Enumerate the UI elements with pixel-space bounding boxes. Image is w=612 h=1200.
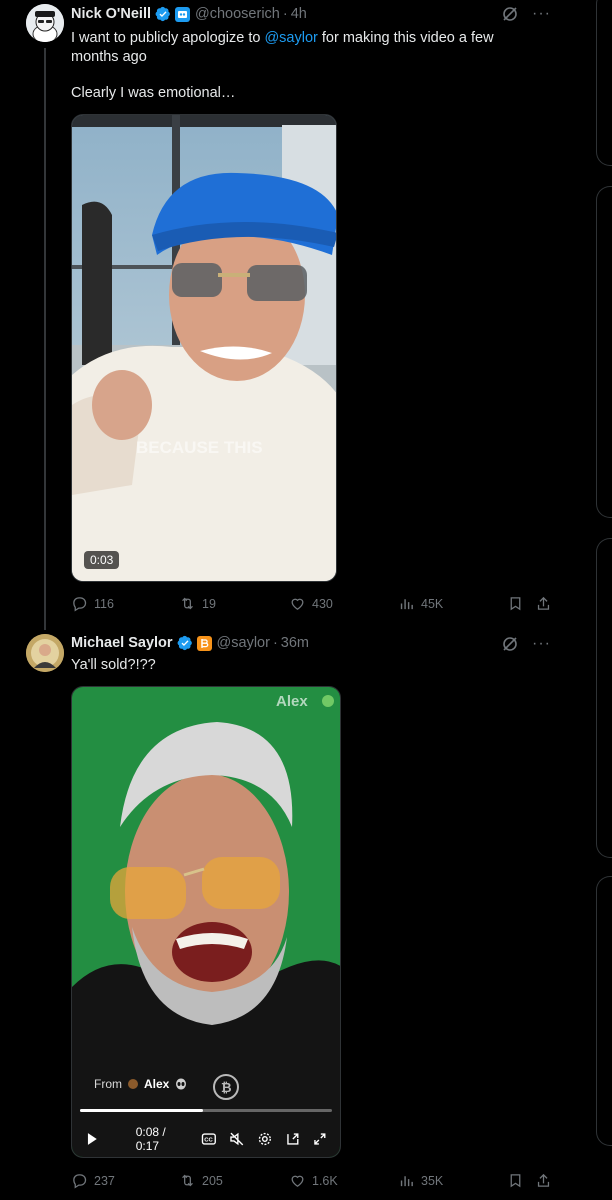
more-options-icon[interactable]: ···	[532, 636, 551, 652]
author-name[interactable]: Nick O'Neill	[71, 6, 151, 22]
more-options-icon[interactable]: ···	[532, 6, 551, 22]
share-icon	[537, 596, 550, 610]
video-duration-badge: 0:03	[84, 551, 120, 569]
video-controls: 0:08 / 0:17 CC	[84, 1125, 328, 1153]
tweet-saylor[interactable]: Michael Saylor @saylor · 36m ··· Ya'll s…	[0, 630, 596, 1200]
heart-icon	[291, 598, 304, 610]
reply-count: 237	[94, 1173, 115, 1188]
tweet-actions: 116 19 430 45K	[71, 595, 553, 615]
from-label: From	[94, 1077, 122, 1091]
tweet-actions: 237 205 1.6K 35K	[71, 1172, 553, 1192]
like-button[interactable]: 430	[289, 595, 333, 612]
video-time: 0:08 / 0:17	[135, 1125, 166, 1153]
sidebar-cards	[596, 0, 612, 1200]
tweet-header: Michael Saylor @saylor · 36m	[71, 633, 309, 653]
avatar[interactable]	[26, 4, 64, 42]
svg-text:CC: CC	[205, 1137, 214, 1143]
video-source-attribution[interactable]: From Alex	[94, 1077, 187, 1091]
reply-button[interactable]: 116	[71, 595, 114, 612]
fullscreen-icon[interactable]	[312, 1131, 328, 1147]
picture-in-picture-icon[interactable]	[285, 1131, 301, 1147]
author-handle[interactable]: @chooserich	[195, 6, 280, 22]
timestamp[interactable]: 4h	[291, 6, 307, 22]
views-icon	[400, 599, 413, 610]
tweet-text: I want to publicly apologize to @saylor …	[71, 29, 541, 67]
settings-gear-icon[interactable]	[257, 1131, 273, 1147]
retweet-count: 19	[202, 596, 216, 611]
tweet-nick[interactable]: Nick O'Neill @chooserich · 4h ··· I want…	[0, 0, 596, 630]
bookmark-icon	[510, 1174, 521, 1188]
retweet-icon	[182, 597, 193, 610]
video-frame: BECAUSE THIS	[72, 115, 336, 581]
tweet-text-part: I want to publicly apologize to	[71, 30, 265, 46]
views-icon	[400, 1176, 413, 1187]
play-icon[interactable]	[84, 1131, 100, 1147]
sidebar-card	[596, 538, 612, 858]
share-button[interactable]	[535, 595, 552, 612]
verified-badge-icon	[155, 6, 170, 22]
video-progress-bar[interactable]	[80, 1109, 332, 1112]
retweet-count: 205	[202, 1173, 223, 1188]
separator-dot: ·	[272, 635, 278, 651]
bookmark-button[interactable]	[507, 595, 524, 612]
views-button[interactable]: 35K	[398, 1172, 443, 1189]
reply-button[interactable]: 237	[71, 1172, 115, 1189]
video-player[interactable]: Alex ₿ From Alex 0:08 / 0:17 CC	[71, 686, 341, 1158]
reply-count: 116	[94, 596, 114, 611]
heart-icon	[291, 1175, 304, 1187]
bookmark-icon	[510, 597, 521, 611]
video-watermark: Alex	[276, 693, 308, 710]
share-button[interactable]	[535, 1172, 552, 1189]
affiliate-badge-icon	[175, 6, 191, 22]
retweet-button[interactable]: 205	[179, 1172, 223, 1189]
avatar[interactable]	[26, 634, 64, 672]
retweet-button[interactable]: 19	[179, 595, 216, 612]
views-button[interactable]: 45K	[398, 595, 443, 612]
sidebar-card	[596, 186, 612, 518]
view-count: 35K	[421, 1173, 444, 1188]
captions-icon[interactable]: CC	[201, 1131, 217, 1147]
thread-line	[44, 48, 46, 630]
source-avatar-icon	[128, 1079, 138, 1089]
like-count: 1.6K	[312, 1173, 338, 1188]
source-name[interactable]: Alex	[144, 1077, 169, 1091]
tweet-header-actions: ···	[502, 6, 551, 22]
verified-badge-icon	[177, 635, 192, 651]
separator-dot: ·	[282, 6, 288, 22]
tweet-text: Ya'll sold?!??	[71, 657, 156, 673]
like-button[interactable]: 1.6K	[289, 1172, 338, 1189]
author-handle[interactable]: @saylor	[217, 635, 270, 651]
svg-text:₿: ₿	[221, 1080, 232, 1095]
tweet-text-line2: Clearly I was emotional…	[71, 85, 236, 101]
sidebar-card	[596, 0, 612, 166]
sidebar-card	[596, 876, 612, 1146]
bookmark-button[interactable]	[507, 1172, 524, 1189]
grok-icon[interactable]	[502, 6, 518, 22]
video-player[interactable]: BECAUSE THIS 0:03	[71, 114, 337, 582]
timestamp[interactable]: 36m	[281, 635, 309, 651]
tweet-header: Nick O'Neill @chooserich · 4h	[71, 4, 307, 24]
mute-icon[interactable]	[229, 1131, 245, 1147]
retweet-icon	[182, 1174, 193, 1187]
mention-link[interactable]: @saylor	[264, 30, 317, 46]
author-name[interactable]: Michael Saylor	[71, 635, 173, 651]
reply-icon	[73, 1174, 87, 1189]
tweet-header-actions: ···	[502, 636, 551, 652]
alien-icon	[176, 1078, 187, 1090]
bitcoin-badge-icon	[196, 635, 212, 651]
video-progress-fill	[80, 1109, 204, 1112]
video-caption-overlay: BECAUSE THIS	[136, 438, 263, 457]
reply-icon	[73, 597, 87, 612]
share-icon	[537, 1173, 550, 1187]
grok-icon[interactable]	[502, 636, 518, 652]
view-count: 45K	[421, 596, 444, 611]
like-count: 430	[312, 596, 333, 611]
